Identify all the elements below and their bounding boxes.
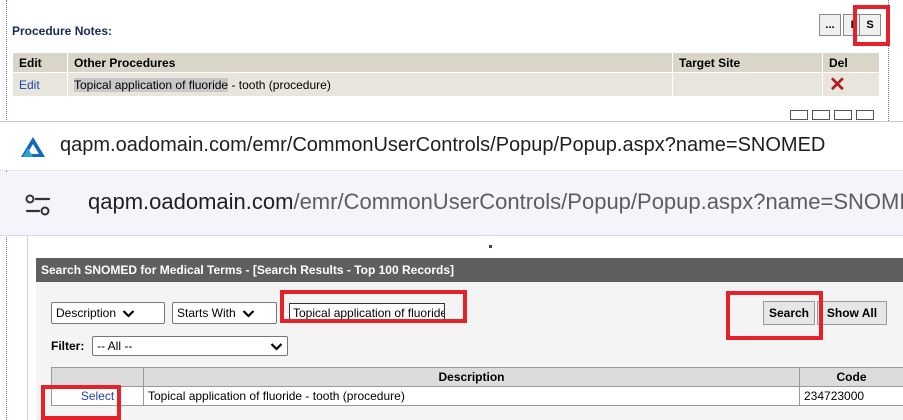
show-all-button[interactable]: Show All xyxy=(817,301,887,325)
filter-select[interactable]: -- All -- xyxy=(92,336,288,356)
result-code: 234723000 xyxy=(799,386,903,406)
url-host: qapm.oadomain.com xyxy=(88,189,294,214)
address-text[interactable]: qapm.oadomain.com/emr/CommonUserControls… xyxy=(88,189,903,215)
col-description: Description xyxy=(143,367,800,387)
annotation-box-search-input xyxy=(280,290,467,323)
procedure-notes-title: Procedure Notes: xyxy=(12,24,113,38)
field-select-value: Description xyxy=(56,306,117,320)
loading-dot xyxy=(489,245,492,248)
pager-box xyxy=(812,110,830,120)
delete-x-icon[interactable]: ✕ xyxy=(829,74,846,96)
annotation-box-select-link xyxy=(41,385,121,420)
url-text[interactable]: qapm.oadomain.com/emr/CommonUserControls… xyxy=(60,134,825,157)
procedure-highlight: Topical application of fluoride xyxy=(74,77,229,92)
annotation-box-s-button xyxy=(853,5,890,46)
procedures-table-header: Edit Other Procedures Target Site Del xyxy=(12,52,880,73)
result-description: Topical application of fluoride - tooth … xyxy=(143,386,800,406)
edit-link[interactable]: Edit xyxy=(19,78,40,92)
col-action xyxy=(51,367,144,387)
col-del: Del xyxy=(822,52,880,73)
table-row: Select Topical application of fluoride -… xyxy=(51,386,903,406)
annotation-box-search-button xyxy=(726,291,823,340)
site-settings-icon[interactable] xyxy=(24,192,52,218)
table-row: Edit Topical application of fluoride - t… xyxy=(12,72,880,97)
ellipsis-button[interactable]: ... xyxy=(819,14,841,36)
popup-url-bar: qapm.oadomain.com/emr/CommonUserControls… xyxy=(0,121,903,171)
pager-box xyxy=(790,110,808,120)
pager-box xyxy=(856,110,874,120)
col-other-procedures: Other Procedures xyxy=(67,52,673,73)
field-select[interactable]: Description xyxy=(51,302,165,324)
pager-box xyxy=(834,110,852,120)
col-code: Code xyxy=(799,367,903,387)
results-header: Description Code xyxy=(51,367,903,387)
search-header: Search SNOMED for Medical Terms - [Searc… xyxy=(36,258,903,282)
match-select-value: Starts With xyxy=(177,306,236,320)
chevron-down-icon xyxy=(122,309,135,318)
procedure-notes-panel: Procedure Notes: ... L S Edit Other Proc… xyxy=(0,0,903,420)
procedure-cell: Topical application of fluoride - tooth … xyxy=(67,72,673,97)
target-site-cell xyxy=(672,72,823,97)
results-table: Description Code Select Topical applicat… xyxy=(51,367,903,406)
col-target-site: Target Site xyxy=(672,52,823,73)
procedure-suffix: - tooth (procedure) xyxy=(228,77,331,92)
chevron-down-icon xyxy=(242,309,254,318)
filter-select-value: -- All -- xyxy=(97,339,133,353)
procedures-table: Edit Other Procedures Target Site Del Ed… xyxy=(12,52,880,97)
filter-label: Filter: xyxy=(51,339,85,353)
address-bar: qapm.oadomain.com/emr/CommonUserControls… xyxy=(0,172,903,236)
url-path: /emr/CommonUserControls/Popup/Popup.aspx… xyxy=(293,189,903,214)
chevron-down-icon xyxy=(270,342,283,351)
match-select[interactable]: Starts With xyxy=(172,302,277,324)
col-edit: Edit xyxy=(12,52,68,73)
brand-logo-icon xyxy=(21,137,45,157)
